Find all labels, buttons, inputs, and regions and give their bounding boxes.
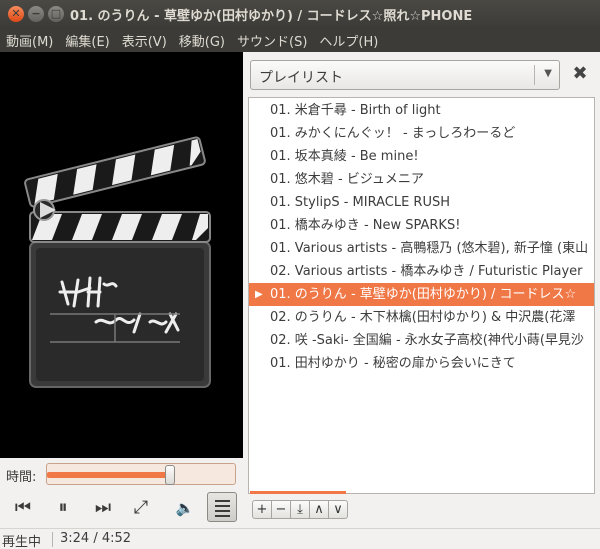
playlist-row-title: 01. 悠木碧 - ビジュメニア: [270, 172, 424, 187]
playlist-row[interactable]: 01. 田村ゆかり - 秘密の扉から会いにきて: [249, 352, 594, 375]
remove-track-button[interactable]: −: [271, 500, 291, 519]
status-divider: [52, 532, 53, 547]
title-bar: ✕ − □ 01. のうりん - 草壁ゆか(田村ゆかり) / コードレス☆照れ☆…: [0, 0, 600, 28]
playlist-progress-bar: [250, 491, 346, 494]
fullscreen-button[interactable]: ⤢: [126, 494, 156, 522]
window-minimize-button[interactable]: −: [28, 6, 44, 22]
playlist-header: プレイリスト ▼ ✖: [250, 60, 600, 90]
add-track-button[interactable]: +: [252, 500, 272, 519]
move-up-button[interactable]: ∧: [309, 500, 329, 519]
window-maximize-button[interactable]: □: [48, 6, 64, 22]
next-button[interactable]: ⏭: [88, 494, 118, 522]
seek-slider[interactable]: [46, 463, 236, 485]
window-close-button[interactable]: ✕: [8, 6, 24, 22]
playlist-row-title: 01. 坂本真綾 - Be mine!: [270, 149, 419, 164]
save-playlist-button[interactable]: ⤓: [290, 500, 310, 519]
menu-bar: 動画(M) 編集(E) 表示(V) 移動(G) サウンド(S) ヘルプ(H): [0, 28, 600, 52]
clapperboard-icon: [24, 136, 211, 388]
window-title: 01. のうりん - 草壁ゆか(田村ゆかり) / コードレス☆照れ☆PHONE: [70, 9, 473, 24]
menu-view[interactable]: 表示(V): [122, 31, 167, 50]
playlist-row[interactable]: 02. 咲 -Saki- 全国編 - 永水女子高校(神代小蒔(早見沙: [249, 329, 594, 352]
playlist-toggle-button[interactable]: [207, 492, 237, 522]
menu-sound[interactable]: サウンド(S): [237, 31, 307, 50]
playlist-row[interactable]: 01. StylipS - MIRACLE RUSH: [249, 191, 594, 214]
playback-time: 3:24 / 4:52: [60, 531, 132, 546]
playlist-row[interactable]: 01. 悠木碧 - ビジュメニア: [249, 168, 594, 191]
pause-button[interactable]: ⏸: [48, 494, 78, 522]
playlist-row-title: 01. のうりん - 草壁ゆか(田村ゆかり) / コードレス☆: [270, 287, 577, 302]
playlist-toolbar: + − ⤓ ∧ ∨: [252, 500, 348, 520]
playlist-selector-label: プレイリスト: [259, 70, 343, 86]
playlist-row[interactable]: 01. 橋本みゆき - New SPARKS!: [249, 214, 594, 237]
playlist-row-title: 01. 田村ゆかり - 秘密の扉から会いにきて: [270, 356, 516, 371]
volume-button[interactable]: 🔈: [172, 494, 198, 522]
playlist-row-title: 02. 咲 -Saki- 全国編 - 永水女子高校(神代小蒔(早見沙: [270, 333, 584, 348]
playlist-row-title: 02. Various artists - 橋本みゆき / Futuristic…: [270, 264, 583, 279]
play-indicator-icon: ▶: [255, 289, 263, 300]
playback-state: 再生中: [2, 535, 42, 549]
menu-video[interactable]: 動画(M): [6, 31, 53, 50]
seek-fill: [47, 472, 171, 478]
playlist-row-title: 01. 米倉千尋 - Birth of light: [270, 103, 441, 118]
seek-label: 時間:: [6, 470, 37, 485]
playlist-row[interactable]: 01. みかくにんぐッ！ - まっしろわーるど: [249, 122, 594, 145]
playlist-row[interactable]: 01. Various artists - 高鴨穏乃 (悠木碧), 新子憧 (東…: [249, 237, 594, 260]
menu-go[interactable]: 移動(G): [179, 31, 225, 50]
move-down-button[interactable]: ∨: [328, 500, 348, 519]
menu-edit[interactable]: 編集(E): [65, 31, 109, 50]
playlist-row-title: 02. のうりん - 木下林檎(田村ゆかり) & 中沢農(花澤: [270, 310, 576, 325]
playlist-list[interactable]: 01. 米倉千尋 - Birth of light 01. みかくにんぐッ！ - …: [248, 97, 595, 494]
playlist-row-title: 01. Various artists - 高鴨穏乃 (悠木碧), 新子憧 (東…: [270, 241, 589, 256]
playlist-row-title: 01. みかくにんぐッ！ - まっしろわーるど: [270, 126, 516, 141]
playlist-row[interactable]: ▶ 01. のうりん - 草壁ゆか(田村ゆかり) / コードレス☆: [249, 283, 594, 306]
playlist-row[interactable]: 02. のうりん - 木下林檎(田村ゆかり) & 中沢農(花澤: [249, 306, 594, 329]
playlist-row[interactable]: 02. Various artists - 橋本みゆき / Futuristic…: [249, 260, 594, 283]
playlist-row-title: 01. 橋本みゆき - New SPARKS!: [270, 218, 461, 233]
playlist-row-title: 01. StylipS - MIRACLE RUSH: [270, 195, 450, 210]
seek-handle[interactable]: [165, 465, 175, 485]
menu-help[interactable]: ヘルプ(H): [319, 31, 378, 50]
playlist-row[interactable]: 01. 坂本真綾 - Be mine!: [249, 145, 594, 168]
previous-button[interactable]: ⏮: [8, 494, 38, 522]
playlist-row[interactable]: 01. 米倉千尋 - Birth of light: [249, 99, 594, 122]
status-bar: 再生中 3:24 / 4:52: [0, 528, 600, 549]
combo-divider: [534, 65, 535, 85]
chevron-down-icon: ▼: [544, 68, 552, 79]
video-area[interactable]: [0, 52, 243, 458]
close-icon[interactable]: ✖: [568, 62, 592, 86]
playlist-selector[interactable]: プレイリスト ▼: [250, 60, 560, 90]
